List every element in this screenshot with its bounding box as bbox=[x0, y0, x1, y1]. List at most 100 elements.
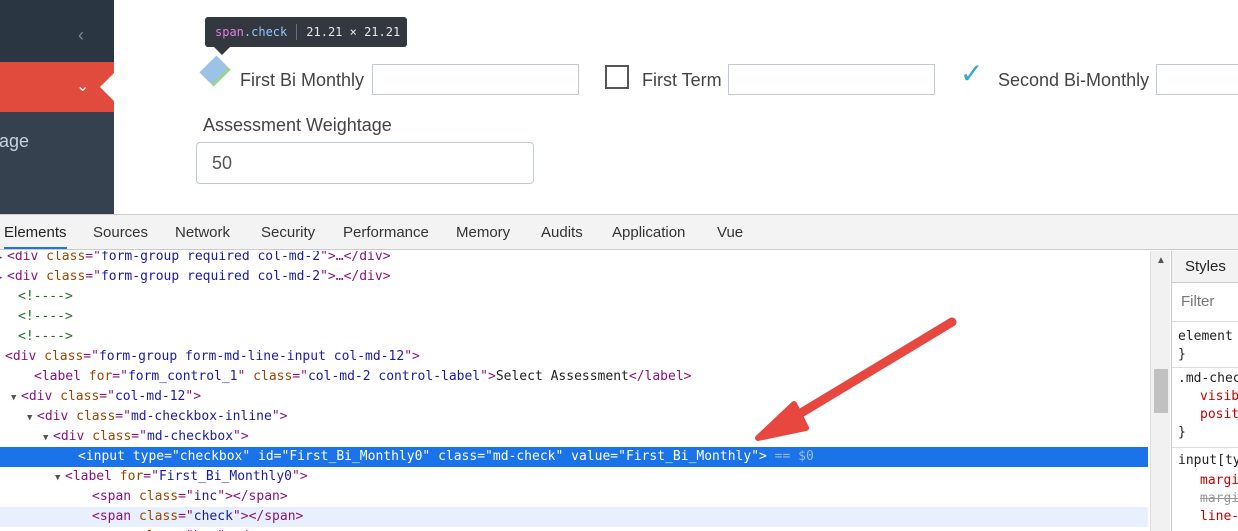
sidebar-collapse-icon[interactable]: ‹ bbox=[78, 26, 84, 44]
sidebar: ‹ ⌄ ghtage t bbox=[0, 0, 114, 214]
dom-attr-eq: =" bbox=[131, 429, 147, 444]
expand-triangle-icon[interactable]: ▼ bbox=[43, 428, 53, 448]
weightage-input[interactable]: 50 bbox=[196, 142, 534, 184]
style-rule-brace: } bbox=[1178, 425, 1186, 440]
dom-node-line[interactable]: <span class="inc"></span> bbox=[0, 487, 1148, 507]
dom-attr-value: check bbox=[193, 509, 233, 524]
dom-attr-quote: " bbox=[480, 369, 488, 384]
dom-tag-close: >…</div> bbox=[327, 251, 391, 264]
dom-node-content: ▼ <div class="col-md-12"> bbox=[11, 387, 201, 408]
tab-styles[interactable]: Styles bbox=[1185, 258, 1226, 275]
dom-attr-eq: =" bbox=[85, 251, 101, 264]
scrollbar-thumb[interactable] bbox=[1154, 369, 1168, 413]
dom-node-content: ▼ <label for="First_Bi_Monthly0"> bbox=[55, 467, 308, 488]
dom-attr-eq: =" bbox=[112, 369, 128, 384]
style-property[interactable]: posit bbox=[1200, 407, 1238, 422]
dom-attr-name: class bbox=[92, 429, 132, 444]
dom-node-line[interactable]: <input type="checkbox" id="First_Bi_Mont… bbox=[0, 447, 1148, 467]
dom-attr-name: class bbox=[46, 269, 86, 284]
option-label-first-bi-monthly[interactable]: First Bi Monthly bbox=[240, 70, 364, 91]
dom-attr-name: class bbox=[60, 389, 100, 404]
dom-attr-value: checkbox bbox=[179, 449, 243, 464]
dom-node-content: <span class="check"></span> bbox=[92, 507, 303, 527]
dom-tree[interactable]: ▶<div class="form-group required col-md-… bbox=[0, 251, 1148, 531]
dom-attr-eq: =" bbox=[273, 449, 290, 464]
dom-node-content: ▼ <div class="md-checkbox"> bbox=[43, 427, 249, 448]
tab-network[interactable]: Network bbox=[175, 215, 230, 249]
dom-node-line[interactable]: <!----> bbox=[0, 307, 1148, 327]
expand-triangle-icon[interactable]: ▼ bbox=[11, 388, 21, 408]
dom-attr-quote: " bbox=[320, 251, 328, 264]
tab-sources[interactable]: Sources bbox=[93, 215, 148, 249]
dom-node-line[interactable]: <span class="box"></span> bbox=[0, 527, 1148, 531]
input-first-term[interactable] bbox=[728, 64, 935, 95]
expand-triangle-icon[interactable]: ▶ bbox=[0, 251, 7, 268]
tab-memory[interactable]: Memory bbox=[456, 215, 510, 249]
expand-triangle-icon[interactable]: ▶ bbox=[0, 268, 7, 288]
dom-node-line[interactable]: ▶<div class="form-group required col-md-… bbox=[0, 267, 1148, 287]
option-label-second-bi-monthly[interactable]: Second Bi-Monthly bbox=[998, 70, 1149, 91]
dom-attr-name: class bbox=[46, 251, 86, 264]
dom-attr-value: md-checkbox bbox=[146, 429, 234, 444]
dom-node-line[interactable]: ▼ <div class="col-md-12"> bbox=[0, 387, 1148, 407]
style-property-overridden[interactable]: margi bbox=[1200, 491, 1238, 506]
checkmark-icon[interactable]: ✓ bbox=[960, 60, 983, 88]
dom-space bbox=[767, 449, 775, 464]
checkbox-first-term[interactable] bbox=[605, 65, 629, 89]
dom-tag-close: >…</div> bbox=[327, 269, 391, 284]
dom-node-line[interactable]: ▼ <label for="First_Bi_Monthly0"> bbox=[0, 467, 1148, 487]
input-second-bi-monthly[interactable] bbox=[1156, 64, 1238, 95]
style-property[interactable]: margi bbox=[1200, 473, 1238, 488]
checkbox-first-bi-monthly[interactable] bbox=[199, 55, 231, 87]
dom-attr-value: form-group form-md-line-input col-md-12 bbox=[98, 349, 405, 364]
dom-node-content: <input type="checkbox" id="First_Bi_Mont… bbox=[78, 447, 814, 467]
dom-attr-eq: =" bbox=[178, 509, 194, 524]
dom-attr-name: value bbox=[571, 449, 611, 464]
dom-attr-quote: " bbox=[271, 409, 280, 424]
expand-triangle-icon[interactable]: ▼ bbox=[27, 408, 37, 428]
style-property[interactable]: visib bbox=[1200, 389, 1238, 404]
dom-node-content: ▼ <div class="md-checkbox-inline"> bbox=[27, 407, 287, 428]
dom-attr-eq: =" bbox=[115, 409, 131, 424]
dom-attr-value: col-md-12 bbox=[114, 389, 186, 404]
dom-attr-value: First_Bi_Monthly bbox=[625, 449, 752, 464]
dom-attr-name: class bbox=[253, 369, 293, 384]
tooltip-dimensions: 21.21 × 21.21 bbox=[306, 25, 401, 39]
dom-node-line[interactable]: <label for="form_control_1" class="col-m… bbox=[0, 367, 1148, 387]
input-first-bi-monthly[interactable] bbox=[372, 64, 579, 95]
expand-triangle-icon[interactable]: ▼ bbox=[55, 468, 65, 488]
dom-tag-open: <div bbox=[53, 429, 93, 444]
dom-node-content: ▼<div class="form-group form-md-line-inp… bbox=[0, 347, 420, 368]
style-property[interactable]: line- bbox=[1200, 509, 1238, 524]
tab-security[interactable]: Security bbox=[261, 215, 315, 249]
dom-scrollbar[interactable]: ▲ bbox=[1150, 251, 1170, 531]
dom-tag-end: </span> bbox=[232, 489, 288, 504]
dom-node-content: <!----> bbox=[18, 287, 73, 307]
dom-attr-value: form-group required col-md-2 bbox=[100, 269, 321, 284]
dom-attr-value: col-md-2 control-label bbox=[307, 369, 481, 384]
dom-attr-name: for bbox=[88, 369, 113, 384]
option-label-first-term[interactable]: First Term bbox=[642, 70, 722, 91]
dom-node-line[interactable]: ▶<div class="form-group required col-md-… bbox=[0, 251, 1148, 267]
sidebar-header bbox=[0, 0, 114, 62]
tab-audits[interactable]: Audits bbox=[541, 215, 583, 249]
dom-attr-quote: " bbox=[751, 449, 760, 464]
tab-vue[interactable]: Vue bbox=[717, 215, 743, 249]
styles-filter-input[interactable]: Filter bbox=[1181, 293, 1214, 310]
scroll-up-icon[interactable]: ▲ bbox=[1156, 255, 1166, 266]
tab-application[interactable]: Application bbox=[612, 215, 685, 249]
dom-node-line[interactable]: ▼ <div class="md-checkbox"> bbox=[0, 427, 1148, 447]
dom-node-line[interactable]: ▼ <div class="md-checkbox-inline"> bbox=[0, 407, 1148, 427]
dom-node-line[interactable]: <span class="check"></span> bbox=[0, 507, 1148, 527]
dom-tag-close: > bbox=[412, 349, 420, 364]
dom-node-line[interactable]: <!----> bbox=[0, 287, 1148, 307]
chevron-down-icon: ⌄ bbox=[76, 78, 90, 95]
tab-performance[interactable]: Performance bbox=[343, 215, 429, 249]
sidebar-item-active[interactable]: ⌄ bbox=[0, 62, 114, 112]
dom-node-line[interactable]: ▼<div class="form-group form-md-line-inp… bbox=[0, 347, 1148, 367]
tab-elements[interactable]: Elements bbox=[4, 215, 67, 249]
tooltip-pointer bbox=[214, 47, 230, 55]
dom-tag-open: <div bbox=[21, 389, 61, 404]
sidebar-item-weightage[interactable]: ghtage bbox=[0, 131, 29, 152]
dom-node-line[interactable]: <!----> bbox=[0, 327, 1148, 347]
